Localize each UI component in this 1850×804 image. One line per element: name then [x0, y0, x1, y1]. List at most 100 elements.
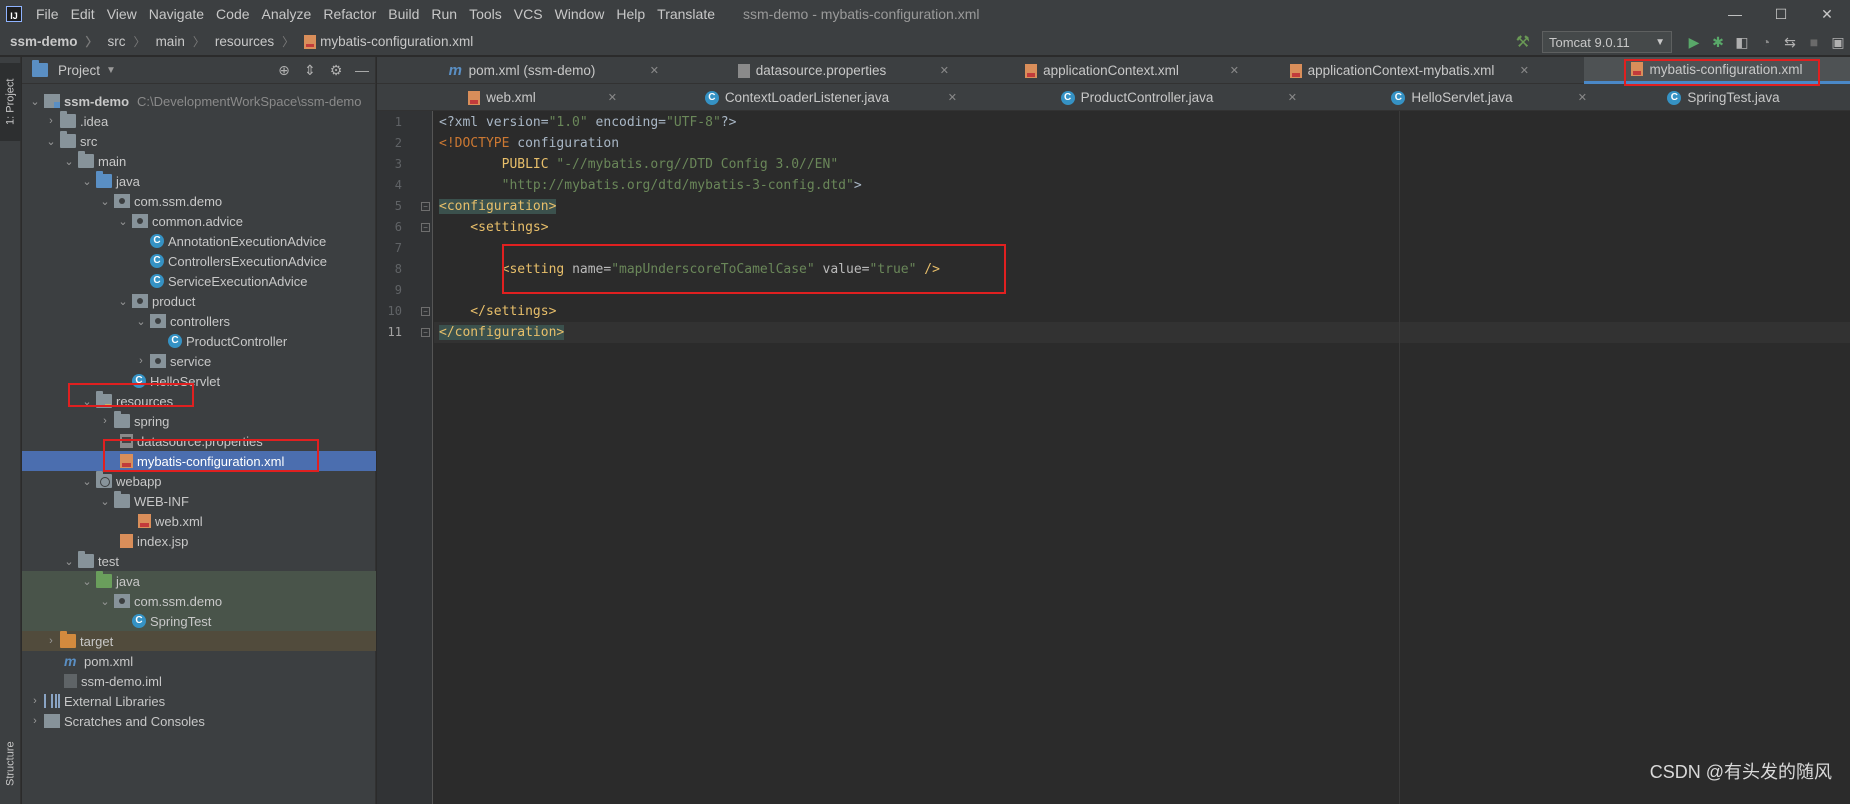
menu-window[interactable]: Window: [549, 6, 611, 22]
tab-spring-test[interactable]: C SpringTest.java: [1597, 84, 1850, 111]
menu-analyze[interactable]: Analyze: [256, 6, 318, 22]
tree-item-webapp[interactable]: ⌄ webapp: [22, 471, 376, 491]
tab-pom-xml[interactable]: m pom.xml (ssm-demo) ✕: [377, 57, 667, 84]
tree-item-target[interactable]: › target: [22, 631, 376, 651]
tree-item-iml[interactable]: ssm-demo.iml: [22, 671, 376, 691]
breadcrumb-main[interactable]: main 〉: [146, 33, 205, 50]
code-token: "1.0": [548, 115, 588, 130]
chevron-right-icon: ›: [49, 635, 53, 647]
chevron-down-icon: ⌄: [46, 135, 56, 148]
build-hammer-icon[interactable]: ⚒: [1516, 32, 1530, 52]
tree-item-scratches[interactable]: › Scratches and Consoles: [22, 711, 376, 731]
tree-item-test-package[interactable]: ⌄ com.ssm.demo: [22, 591, 376, 611]
fold-collapse-icon[interactable]: −: [421, 202, 430, 211]
tree-item-test-java[interactable]: ⌄ java: [22, 571, 376, 591]
breadcrumb-file[interactable]: mybatis-configuration.xml: [294, 34, 473, 49]
tree-item-annotation-advice[interactable]: C AnnotationExecutionAdvice: [22, 231, 376, 251]
menu-view[interactable]: View: [101, 6, 143, 22]
fold-end-icon[interactable]: −: [421, 307, 430, 316]
menu-edit[interactable]: Edit: [65, 6, 101, 22]
close-icon[interactable]: ✕: [1288, 91, 1297, 104]
breadcrumb-src-label: src: [107, 34, 126, 49]
project-tool-tab[interactable]: 1: Project: [0, 63, 21, 141]
tree-item-main[interactable]: ⌄ main: [22, 151, 376, 171]
fold-collapse-icon[interactable]: −: [421, 223, 430, 232]
tree-item-controllers-advice[interactable]: C ControllersExecutionAdvice: [22, 251, 376, 271]
close-window-button[interactable]: ✕: [1804, 0, 1850, 28]
tree-item-label: webapp: [116, 473, 162, 489]
tree-item-label: test: [98, 553, 119, 569]
hide-panel-icon[interactable]: —: [349, 62, 375, 79]
coverage-icon[interactable]: ◧: [1730, 31, 1754, 53]
menu-build[interactable]: Build: [382, 6, 425, 22]
tree-item-spring[interactable]: › spring: [22, 411, 376, 431]
menu-help[interactable]: Help: [610, 6, 651, 22]
menu-code[interactable]: Code: [210, 6, 255, 22]
debug-icon[interactable]: ✱: [1706, 31, 1730, 53]
minimize-button[interactable]: —: [1712, 0, 1758, 28]
menu-vcs[interactable]: VCS: [508, 6, 549, 22]
menu-navigate[interactable]: Navigate: [143, 6, 210, 22]
structure-tool-tab[interactable]: Structure: [0, 727, 21, 801]
locate-file-icon[interactable]: ⊕: [271, 62, 297, 79]
tree-item-index-jsp[interactable]: index.jsp: [22, 531, 376, 551]
java-class-icon: C: [704, 90, 719, 105]
tree-item-idea[interactable]: › .idea: [22, 111, 376, 131]
close-icon[interactable]: ✕: [948, 91, 957, 104]
close-icon[interactable]: ✕: [650, 64, 659, 77]
close-icon[interactable]: ✕: [1230, 64, 1239, 77]
update-running-app-icon[interactable]: ⇆: [1778, 31, 1802, 53]
menu-refactor[interactable]: Refactor: [317, 6, 382, 22]
chevron-down-icon: ⌄: [100, 195, 110, 208]
project-view-selector[interactable]: Project: [58, 63, 100, 78]
menu-translate[interactable]: Translate: [651, 6, 721, 22]
code-editor[interactable]: 1 2 3 4 5 6 7 8 9 10 11 − − − − <?xml ve…: [377, 111, 1850, 804]
line-number: 11: [387, 325, 402, 339]
profile-icon[interactable]: ◔: [1754, 31, 1778, 53]
tree-item-product-controller[interactable]: C ProductController: [22, 331, 376, 351]
tab-hello-servlet[interactable]: C HelloServlet.java ✕: [1307, 84, 1597, 111]
breadcrumb-project[interactable]: ssm-demo 〉: [0, 33, 98, 50]
tree-item-test[interactable]: ⌄ test: [22, 551, 376, 571]
breadcrumb-src[interactable]: src 〉: [98, 33, 146, 50]
menu-tools[interactable]: Tools: [463, 6, 508, 22]
fold-end-icon[interactable]: −: [421, 328, 430, 337]
tree-item-ssm-demo[interactable]: ⌄ ssm-demo C:\DevelopmentWorkSpace\ssm-d…: [22, 91, 376, 111]
run-icon[interactable]: ▶: [1682, 31, 1706, 53]
gear-icon[interactable]: ⚙: [323, 62, 349, 79]
tree-item-web-xml[interactable]: web.xml: [22, 511, 376, 531]
tree-item-controllers[interactable]: ⌄ controllers: [22, 311, 376, 331]
tree-item-service-advice[interactable]: C ServiceExecutionAdvice: [22, 271, 376, 291]
tab-context-loader-listener[interactable]: C ContextLoaderListener.java ✕: [627, 84, 967, 111]
maximize-button[interactable]: ☐: [1758, 0, 1804, 28]
code-token: ?>: [720, 115, 737, 130]
close-icon[interactable]: ✕: [1578, 91, 1587, 104]
tab-web-xml[interactable]: web.xml ✕: [377, 84, 627, 111]
tree-item-package[interactable]: ⌄ com.ssm.demo: [22, 191, 376, 211]
close-icon[interactable]: ✕: [1520, 64, 1529, 77]
tree-item-service[interactable]: › service: [22, 351, 376, 371]
run-configuration-select[interactable]: Tomcat 9.0.11 ▼: [1542, 31, 1672, 53]
tab-datasource-properties[interactable]: datasource.properties ✕: [667, 57, 957, 84]
tree-item-spring-test[interactable]: C SpringTest: [22, 611, 376, 631]
tree-item-web-inf[interactable]: ⌄ WEB-INF: [22, 491, 376, 511]
close-icon[interactable]: ✕: [608, 91, 617, 104]
menu-file[interactable]: File: [30, 6, 65, 22]
tree-item-product[interactable]: ⌄ product: [22, 291, 376, 311]
line-number: 7: [394, 241, 402, 255]
tree-item-src[interactable]: ⌄ src: [22, 131, 376, 151]
tree-item-pom[interactable]: m pom.xml: [22, 651, 376, 671]
close-icon[interactable]: ✕: [940, 64, 949, 77]
menu-run[interactable]: Run: [425, 6, 463, 22]
chevron-down-icon[interactable]: ▼: [106, 65, 116, 76]
stop-icon[interactable]: ■: [1802, 31, 1826, 53]
tree-item-java[interactable]: ⌄ java: [22, 171, 376, 191]
tab-application-context-mybatis[interactable]: applicationContext-mybatis.xml ✕: [1247, 57, 1537, 84]
collapse-all-icon[interactable]: ⇕: [297, 62, 323, 79]
project-structure-icon[interactable]: ▣: [1826, 31, 1850, 53]
breadcrumb-resources[interactable]: resources 〉: [205, 33, 294, 50]
tab-application-context[interactable]: applicationContext.xml ✕: [957, 57, 1247, 84]
tab-product-controller[interactable]: C ProductController.java ✕: [967, 84, 1307, 111]
tree-item-common-advice[interactable]: ⌄ common.advice: [22, 211, 376, 231]
tree-item-external-libraries[interactable]: › External Libraries: [22, 691, 376, 711]
